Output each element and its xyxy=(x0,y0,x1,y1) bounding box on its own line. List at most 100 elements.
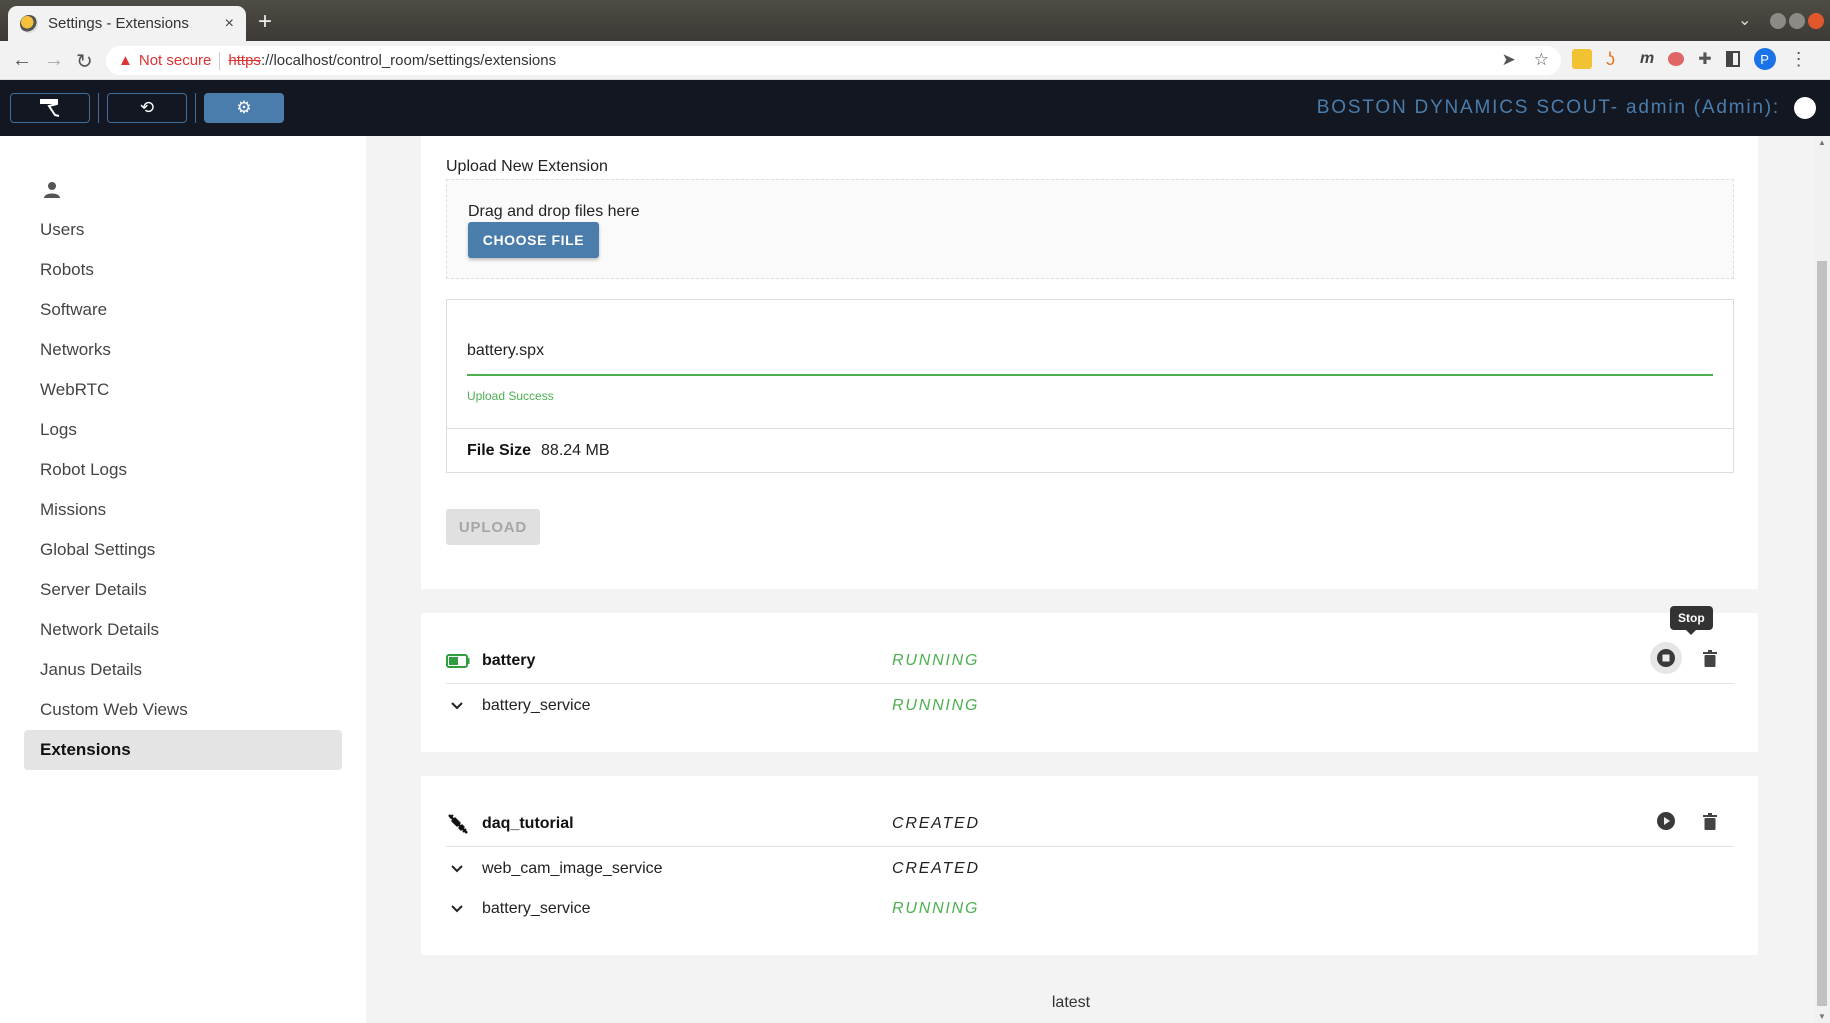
menu-icon[interactable]: ⋮ xyxy=(1790,49,1808,70)
window-close-icon[interactable] xyxy=(1808,13,1824,29)
minimize-icon[interactable] xyxy=(1770,13,1786,29)
page-scrollbar[interactable]: ▲ ▼ xyxy=(1814,136,1830,1023)
file-size-row: File Size 88.24 MB xyxy=(447,428,1733,473)
send-icon[interactable]: ➤ xyxy=(1502,50,1516,70)
service-name: web_cam_image_service xyxy=(482,860,663,877)
sidebar-item-webrtc[interactable]: WebRTC xyxy=(24,370,342,410)
security-label[interactable]: Not secure xyxy=(139,52,212,69)
file-size-label: File Size xyxy=(467,442,532,459)
play-icon xyxy=(1657,812,1675,830)
sidebar-item-label: Networks xyxy=(40,340,111,359)
service-status: RUNNING xyxy=(892,900,980,917)
sidebar-item-networks[interactable]: Networks xyxy=(24,330,342,370)
version-footer: latest xyxy=(366,994,1810,1012)
scroll-up-icon[interactable]: ▲ xyxy=(1818,138,1826,147)
url-text: ://localhost/control_room/settings/exten… xyxy=(260,52,557,69)
extension-name: daq_tutorial xyxy=(482,814,574,832)
close-tab-icon[interactable]: × xyxy=(225,15,234,33)
file-info-panel: battery.spx Upload Success File Size 88.… xyxy=(446,299,1734,473)
trash-icon xyxy=(1703,812,1717,830)
chevron-down-icon[interactable] xyxy=(446,905,472,913)
divider xyxy=(195,93,196,123)
sidebar-item-network-details[interactable]: Network Details xyxy=(24,610,342,650)
bookmark-star-icon[interactable]: ☆ xyxy=(1534,50,1549,70)
upload-button[interactable]: UPLOAD xyxy=(446,509,540,545)
sidebar-item-robots[interactable]: Robots xyxy=(24,250,342,290)
service-row[interactable]: battery_service RUNNING xyxy=(446,889,1734,929)
hook-extension-icon[interactable]: ʖ xyxy=(1606,49,1626,69)
sidebar-item-custom-web-views[interactable]: Custom Web Views xyxy=(24,690,342,730)
sidebar-item-janus-details[interactable]: Janus Details xyxy=(24,650,342,690)
reload-icon[interactable]: ↻ xyxy=(76,49,93,74)
side-panel-icon[interactable] xyxy=(1725,51,1740,67)
profile-avatar[interactable]: P xyxy=(1753,48,1776,70)
account-icon[interactable] xyxy=(1794,97,1816,119)
stop-button[interactable] xyxy=(1650,642,1682,674)
person-icon xyxy=(44,182,60,198)
settings-button[interactable]: ⚙ xyxy=(204,93,284,123)
delete-button[interactable] xyxy=(1694,642,1726,674)
extension-icon[interactable] xyxy=(1572,49,1592,69)
sidebar-item-label: Software xyxy=(40,300,108,319)
tab-title: Settings - Extensions xyxy=(48,15,189,32)
history-button[interactable]: ⟲ xyxy=(107,93,187,123)
url-scheme: https xyxy=(228,52,261,69)
sidebar-item-label: WebRTC xyxy=(40,380,110,399)
delete-button[interactable] xyxy=(1694,805,1726,837)
puzzle-icon[interactable]: ✚ xyxy=(1698,49,1711,69)
sidebar-item-logs[interactable]: Logs xyxy=(24,410,342,450)
robot-control-button[interactable] xyxy=(10,93,90,123)
stop-tooltip: Stop xyxy=(1670,606,1713,635)
service-row[interactable]: web_cam_image_service CREATED xyxy=(446,849,1734,889)
plug-off-icon xyxy=(446,812,472,836)
forward-icon[interactable]: → xyxy=(44,49,64,72)
service-name: battery_service xyxy=(482,900,591,917)
extension-status: CREATED xyxy=(892,814,980,832)
new-tab-button[interactable]: + xyxy=(258,8,272,36)
service-row[interactable]: battery_service RUNNING xyxy=(446,686,1734,726)
sidebar-item-label: Robot Logs xyxy=(40,460,127,479)
robot-icon xyxy=(40,99,60,117)
browser-tab-bar: Settings - Extensions × + ⌄ xyxy=(0,0,1830,41)
settings-sidebar: Users Robots Software Networks WebRTC Lo… xyxy=(0,136,366,1023)
extension-card-daq-tutorial: daq_tutorial CREATED web_cam_image_servi… xyxy=(421,776,1758,955)
chevron-down-icon[interactable] xyxy=(446,865,472,873)
sidebar-item-global-settings[interactable]: Global Settings xyxy=(24,530,342,570)
extension-name: battery xyxy=(482,651,536,669)
maximize-icon[interactable] xyxy=(1789,13,1805,29)
file-dropzone[interactable]: Drag and drop files here CHOOSE FILE xyxy=(446,179,1734,279)
sidebar-item-software[interactable]: Software xyxy=(24,290,342,330)
upload-extension-card: Upload New Extension Drag and drop files… xyxy=(421,136,1758,589)
upload-title: Upload New Extension xyxy=(446,158,608,175)
scroll-down-icon[interactable]: ▼ xyxy=(1818,1012,1826,1021)
browser-tab[interactable]: Settings - Extensions × xyxy=(8,6,246,41)
pig-extension-icon[interactable] xyxy=(1668,52,1685,66)
sidebar-item-label: Custom Web Views xyxy=(40,700,188,719)
sidebar-item-label: Server Details xyxy=(40,580,147,599)
upload-progress-bar xyxy=(467,374,1713,376)
m-extension-icon[interactable]: m xyxy=(1640,50,1654,68)
scroll-thumb[interactable] xyxy=(1817,261,1827,1006)
chevron-down-icon[interactable] xyxy=(446,702,472,710)
choose-file-button[interactable]: CHOOSE FILE xyxy=(468,222,599,258)
extension-card-battery: battery RUNNING Stop battery_service RUN… xyxy=(421,606,1758,752)
start-button[interactable] xyxy=(1650,805,1682,837)
sidebar-item-server-details[interactable]: Server Details xyxy=(24,570,342,610)
sidebar-item-label: Robots xyxy=(40,260,94,279)
back-icon[interactable]: ← xyxy=(12,49,32,72)
divider xyxy=(219,51,221,70)
stop-icon xyxy=(1657,649,1675,667)
sidebar-item-robot-logs[interactable]: Robot Logs xyxy=(24,450,342,490)
sidebar-item-extensions[interactable]: Extensions xyxy=(24,730,342,770)
divider xyxy=(98,93,99,123)
sidebar-item-label: Logs xyxy=(40,420,77,439)
url-input[interactable]: ▲ Not secure https ://localhost/control_… xyxy=(106,46,1561,75)
gear-icon: ⚙ xyxy=(236,98,252,117)
tab-search-icon[interactable]: ⌄ xyxy=(1738,10,1751,30)
sidebar-item-label: Extensions xyxy=(40,740,131,759)
extension-header-row: daq_tutorial CREATED xyxy=(446,801,1734,847)
sidebar-item-missions[interactable]: Missions xyxy=(24,490,342,530)
sidebar-item-users[interactable]: Users xyxy=(24,210,342,250)
warning-icon: ▲ xyxy=(118,52,133,69)
brand-title: BOSTON DYNAMICS SCOUT- admin (Admin): xyxy=(1316,97,1780,118)
